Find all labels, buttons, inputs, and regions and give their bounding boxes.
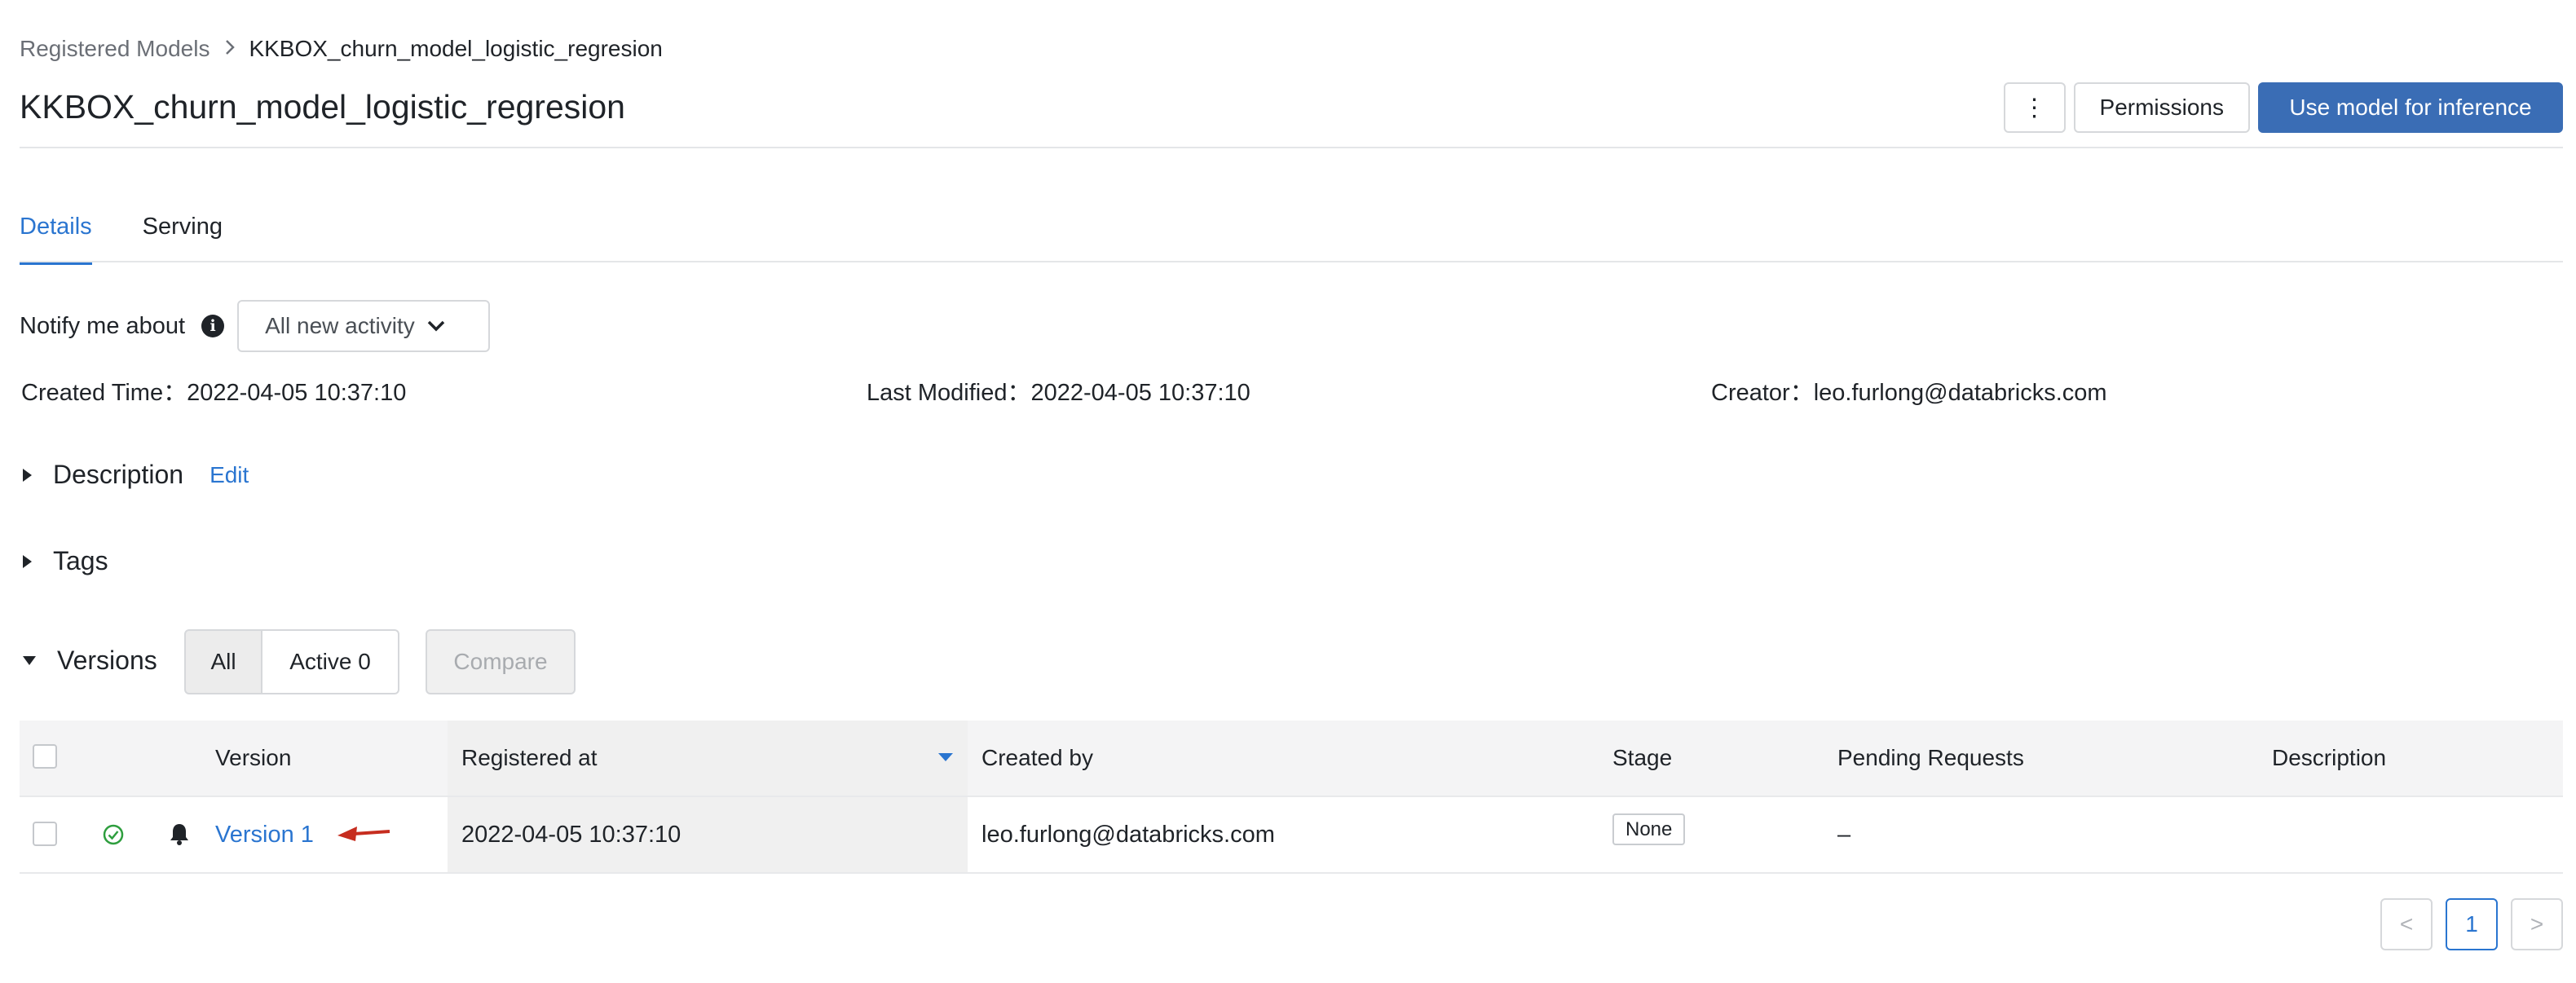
caret-right-icon bbox=[23, 468, 32, 482]
page-1-button[interactable]: 1 bbox=[2446, 898, 2498, 950]
versions-filter: All Active 0 bbox=[184, 629, 399, 694]
description-heading: Description bbox=[53, 460, 184, 489]
table-header bbox=[20, 721, 2563, 796]
column-header-description[interactable]: Description bbox=[2272, 745, 2386, 771]
column-header-created-by[interactable]: Created by bbox=[981, 745, 1093, 771]
created-time-value: 2022-04-05 10:37:10 bbox=[187, 380, 407, 406]
pending-requests-cell: – bbox=[1837, 822, 1851, 848]
tab-serving[interactable]: Serving bbox=[143, 214, 223, 265]
breadcrumb-current: KKBOX_churn_model_logistic_regresion bbox=[249, 36, 663, 61]
permissions-button[interactable]: Permissions bbox=[2073, 82, 2250, 133]
versions-heading: Versions bbox=[57, 646, 157, 675]
edit-description-link[interactable]: Edit bbox=[210, 462, 249, 488]
tab-bar: Details Serving bbox=[20, 214, 223, 265]
created-time: Created Time：2022-04-05 10:37:10 bbox=[21, 373, 406, 408]
filter-all-button[interactable]: All bbox=[184, 629, 262, 694]
chevron-down-icon bbox=[427, 320, 444, 332]
description-section-toggle[interactable]: Description Edit bbox=[23, 460, 249, 490]
select-all-checkbox[interactable] bbox=[33, 744, 57, 769]
sort-descending-icon[interactable] bbox=[937, 752, 954, 762]
column-header-version[interactable]: Version bbox=[215, 745, 291, 771]
creator-value: leo.furlong@databricks.com bbox=[1813, 380, 2107, 406]
page-title: KKBOX_churn_model_logistic_regresion bbox=[20, 88, 625, 126]
tab-details[interactable]: Details bbox=[20, 214, 92, 265]
annotation-arrow-icon bbox=[337, 827, 390, 841]
bell-icon[interactable] bbox=[168, 822, 191, 846]
more-options-button[interactable]: ⋮ bbox=[2003, 82, 2066, 133]
caret-right-icon bbox=[23, 554, 32, 568]
row-divider bbox=[20, 872, 2563, 874]
column-header-registered-at[interactable]: Registered at bbox=[461, 745, 598, 771]
use-model-for-inference-button[interactable]: Use model for inference bbox=[2258, 82, 2563, 133]
stage-badge: None bbox=[1612, 813, 1686, 845]
notify-select-value: All new activity bbox=[265, 313, 415, 338]
chevron-right-icon bbox=[224, 37, 236, 62]
breadcrumb-registered-models[interactable]: Registered Models bbox=[20, 36, 210, 62]
last-modified-value: 2022-04-05 10:37:10 bbox=[1030, 380, 1251, 406]
stage-cell: None bbox=[1612, 813, 1686, 845]
tags-heading: Tags bbox=[53, 546, 108, 575]
row-checkbox[interactable] bbox=[33, 822, 57, 846]
previous-page-button[interactable]: < bbox=[2380, 898, 2433, 950]
status-ready-icon bbox=[103, 824, 124, 845]
sorted-column-highlight bbox=[448, 721, 968, 874]
notify-row: Notify me about i All new activity bbox=[20, 300, 491, 352]
tags-section-toggle[interactable]: Tags bbox=[23, 546, 108, 576]
created-time-label: Created Time： bbox=[21, 380, 187, 406]
pagination: < 1 > bbox=[2380, 898, 2563, 950]
creator-label: Creator： bbox=[1711, 380, 1814, 406]
registered-at-cell: 2022-04-05 10:37:10 bbox=[461, 822, 681, 848]
version-link[interactable]: Version 1 bbox=[215, 822, 314, 849]
column-header-pending-requests[interactable]: Pending Requests bbox=[1837, 745, 2024, 771]
notify-select[interactable]: All new activity bbox=[237, 300, 491, 352]
created-by-cell: leo.furlong@databricks.com bbox=[981, 822, 1275, 848]
creator: Creator：leo.furlong@databricks.com bbox=[1711, 373, 2107, 408]
caret-down-icon bbox=[23, 656, 36, 665]
next-page-button[interactable]: > bbox=[2511, 898, 2563, 950]
breadcrumb: Registered Models KKBOX_churn_model_logi… bbox=[20, 36, 663, 62]
kebab-icon: ⋮ bbox=[2022, 94, 2047, 121]
compare-button[interactable]: Compare bbox=[426, 629, 576, 694]
versions-section-toggle[interactable]: Versions bbox=[23, 646, 157, 676]
tabs-divider bbox=[20, 261, 2563, 262]
column-header-stage[interactable]: Stage bbox=[1612, 745, 1672, 771]
notify-label: Notify me about bbox=[20, 312, 186, 339]
last-modified: Last Modified：2022-04-05 10:37:10 bbox=[867, 373, 1251, 408]
info-icon[interactable]: i bbox=[201, 315, 225, 337]
header-divider bbox=[20, 147, 2563, 148]
header-actions: ⋮ Permissions Use model for inference bbox=[2003, 82, 2563, 133]
filter-active-button[interactable]: Active 0 bbox=[262, 629, 399, 694]
last-modified-label: Last Modified： bbox=[867, 380, 1031, 406]
table-header-divider bbox=[20, 796, 2563, 797]
